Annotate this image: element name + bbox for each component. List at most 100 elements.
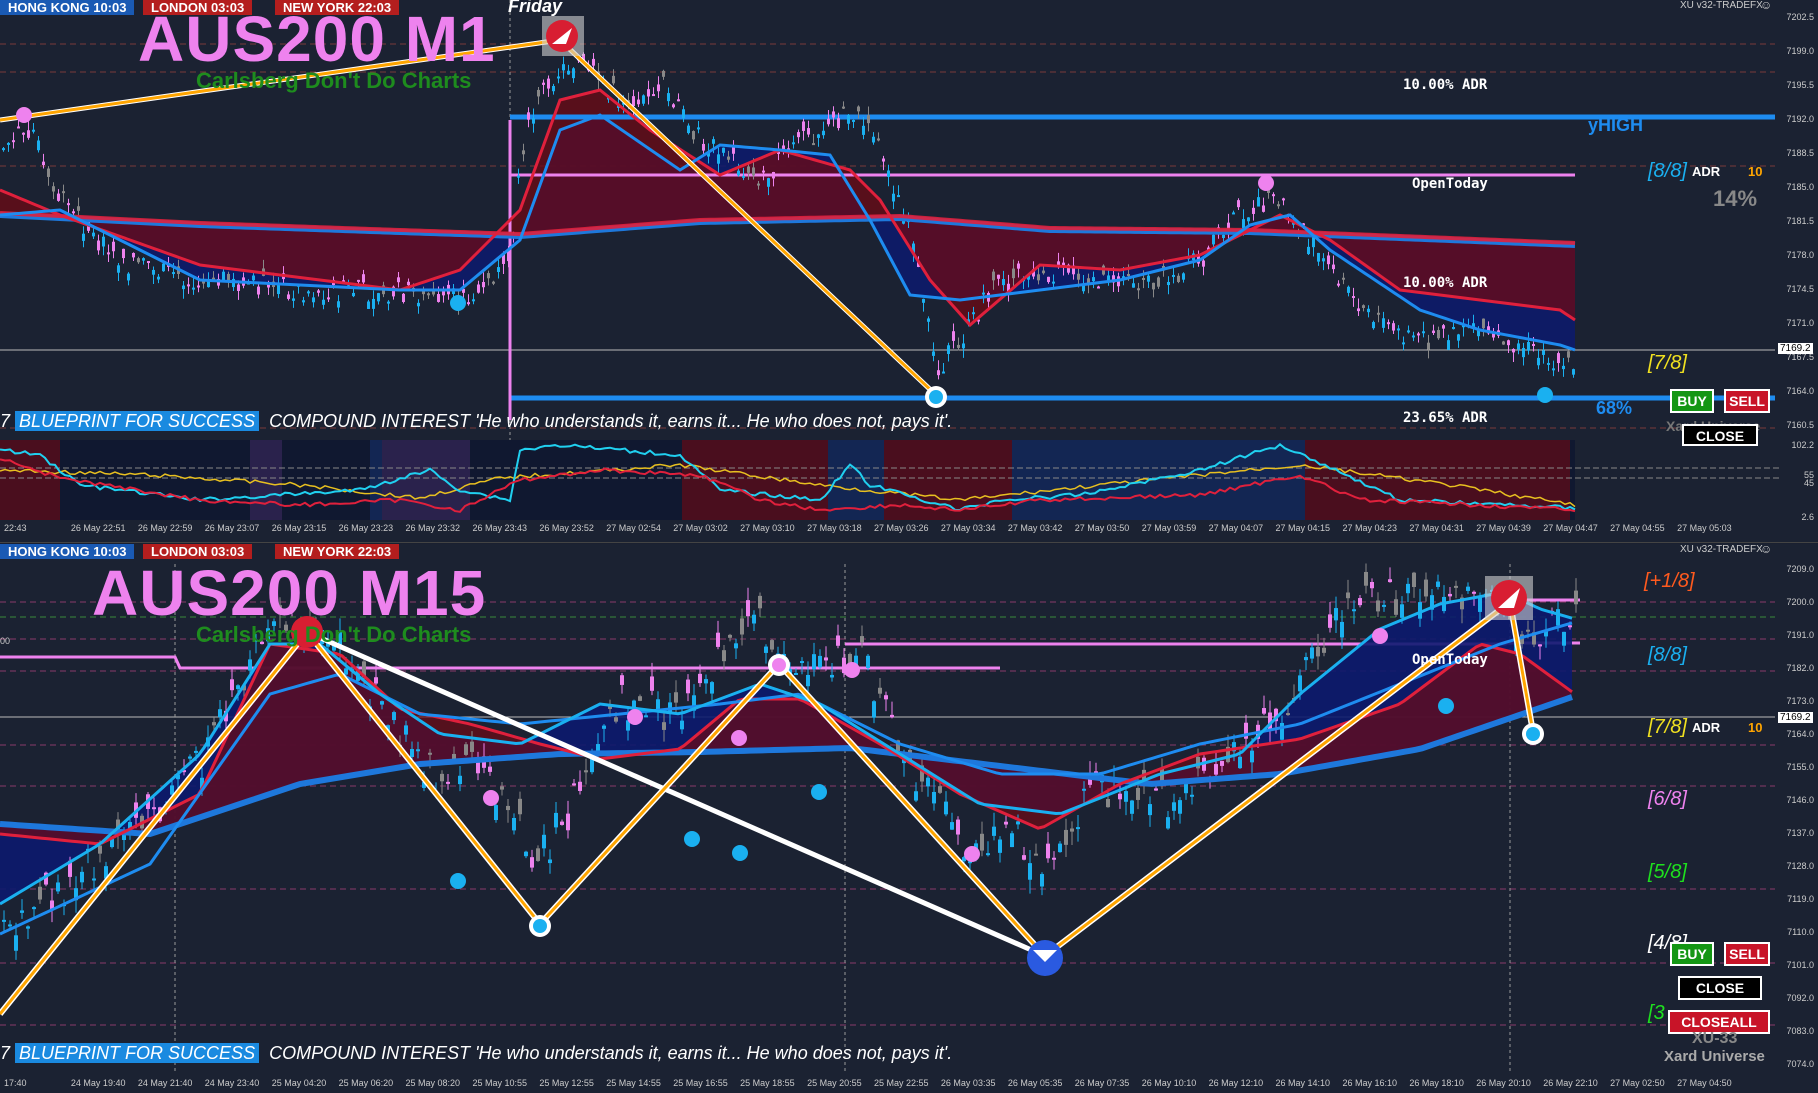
time-tick: 26 May 18:10 [1409, 1078, 1464, 1088]
candle-body [1052, 857, 1056, 860]
candle-body [1317, 252, 1320, 262]
candle-body [1152, 282, 1155, 290]
candle-body [67, 203, 70, 206]
candle-body [1177, 275, 1180, 282]
candle-body [1172, 802, 1176, 811]
price-tick: 7202.5 [1786, 12, 1814, 22]
m15-chart-pane[interactable]: HONG KONG 10:03 LONDON 03:03 NEW YORK 22… [0, 544, 1818, 1093]
time-tick: 17:40 [4, 1078, 27, 1088]
candle-body [1280, 722, 1284, 740]
candle-body [302, 300, 305, 303]
candle-body [737, 170, 740, 176]
candle-body [1364, 571, 1368, 586]
candle-body [72, 211, 75, 214]
candle-body [758, 595, 762, 609]
candle-body [860, 636, 864, 643]
adr-low-label: 23.65% ADR [1403, 410, 1488, 426]
candle-body [17, 126, 20, 129]
candle-body [1076, 827, 1080, 830]
adr-label: ADR [1692, 720, 1721, 735]
time-tick: 26 May 23:52 [539, 523, 594, 533]
candle-body [1352, 609, 1356, 612]
m1-time-axis[interactable]: 22:43 26 May 22:51 26 May 22:59 26 May 23:0… [0, 521, 1780, 537]
time-tick: 26 May 23:23 [338, 523, 394, 533]
candle-body [517, 175, 520, 178]
m15-time-axis[interactable]: 17:40 24 May 19:40 24 May 21:40 24 May 23:4… [0, 1076, 1780, 1092]
buy-button[interactable]: BUY [1670, 389, 1714, 413]
candle-body [47, 168, 50, 177]
dot-marker [811, 784, 827, 800]
red-cloud [0, 90, 1575, 325]
candle-body [170, 785, 174, 795]
candle-body [327, 297, 330, 300]
close-button[interactable]: CLOSE [1682, 424, 1758, 446]
osc-tick: 102.2 [1791, 440, 1814, 450]
candle-body [1406, 583, 1410, 594]
candle-body [1427, 342, 1430, 350]
candle-body [674, 692, 678, 703]
sell-button[interactable]: SELL [1724, 942, 1770, 966]
candle-body [1232, 212, 1235, 215]
candle-body [157, 276, 160, 280]
candle-body [372, 298, 375, 309]
open-today-label: OpenToday [1412, 652, 1488, 668]
candle-body [1202, 260, 1205, 267]
candle-body [367, 301, 370, 309]
dot-marker [16, 107, 32, 123]
time-tick: 27 May 04:15 [1275, 523, 1331, 533]
candle-body [832, 111, 835, 118]
candle-body [446, 781, 450, 784]
candle-body [2, 919, 6, 922]
candle-body [698, 673, 702, 684]
candle-body [1322, 258, 1325, 262]
candle-body [892, 193, 895, 202]
candle-body [248, 659, 252, 671]
m1-chart-pane[interactable]: HONG KONG 10:03 LONDON 03:03 NEW YORK 22… [0, 0, 1818, 543]
candle-body [1552, 368, 1555, 371]
ticker-prefix: 7 [0, 411, 11, 431]
candle-body [487, 273, 490, 279]
candle-body [592, 58, 595, 66]
ticker-text: COMPOUND INTEREST 'He who understands it… [269, 1043, 953, 1063]
candle-body [1568, 625, 1572, 628]
candle-body [197, 285, 200, 288]
candle-body [410, 749, 414, 758]
candle-body [537, 89, 540, 97]
candle-body [1447, 340, 1450, 350]
candle-body [62, 191, 65, 194]
candle-body [1047, 276, 1050, 283]
candle-body [102, 236, 105, 247]
time-tick: 26 May 12:10 [1208, 1078, 1264, 1088]
candle-body [1147, 275, 1150, 282]
candle-body [1346, 592, 1350, 599]
sell-button[interactable]: SELL [1724, 389, 1770, 413]
m15-price-axis[interactable]: 7209.0 7200.0 7191.0 7182.0 7173.0 7164.0 7155… [1776, 544, 1818, 1074]
murrey-6-8: [6/8] [1648, 788, 1687, 810]
candle-body [407, 281, 410, 286]
osc-bull-zone [370, 440, 470, 520]
candle-body [647, 89, 650, 97]
candle-body [417, 302, 420, 307]
candle-body [1454, 585, 1458, 588]
chart-title: AUS200 M15 [92, 557, 487, 629]
close-button[interactable]: CLOSE [1678, 976, 1762, 1000]
candle-body [1238, 756, 1242, 769]
time-tick: 26 May 23:32 [405, 523, 461, 533]
candle-body [1307, 246, 1310, 255]
broker-label: XU v32-TRADEFX [1680, 544, 1763, 555]
candle-body [1362, 305, 1365, 308]
candle-body [927, 318, 930, 322]
time-tick: 27 May 04:55 [1610, 523, 1665, 533]
candle-body [1097, 286, 1100, 289]
m1-price-axis[interactable]: 7202.5 7199.0 7195.5 7192.0 7188.5 7185.0 7181… [1776, 0, 1818, 440]
candle-body [1178, 800, 1182, 814]
price-tick: 7160.5 [1786, 420, 1814, 430]
price-tick: 7182.0 [1786, 663, 1814, 673]
open-today-label: OpenToday [1412, 176, 1488, 192]
price-tick: 7188.5 [1786, 148, 1814, 158]
price-tick: 7199.0 [1786, 46, 1814, 56]
buy-button[interactable]: BUY [1670, 942, 1714, 966]
candle-body [668, 702, 672, 713]
candle-body [1004, 821, 1008, 825]
candle-body [536, 848, 540, 861]
